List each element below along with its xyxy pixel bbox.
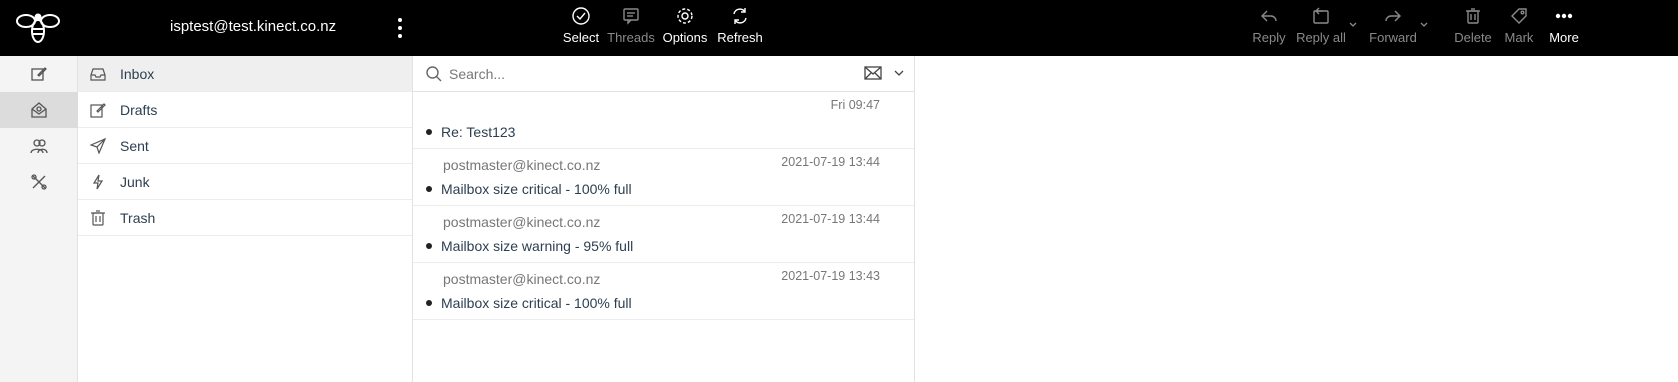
trash-icon xyxy=(91,209,105,226)
folder-list: Inbox Drafts Sent Junk Trash xyxy=(78,56,413,382)
drafts-icon xyxy=(90,102,106,118)
inbox-icon xyxy=(90,67,106,81)
options-button[interactable]: Options xyxy=(662,0,708,56)
message-date: 2021-07-19 13:43 xyxy=(781,269,880,283)
reply-all-dropdown-icon[interactable] xyxy=(1348,20,1358,30)
compose-icon xyxy=(31,67,47,81)
envelope-filter-icon[interactable] xyxy=(864,66,882,80)
folder-label: Junk xyxy=(120,173,150,190)
forward-dropdown-icon[interactable] xyxy=(1419,20,1429,30)
mail-icon xyxy=(31,102,47,118)
reply-label: Reply xyxy=(1252,30,1286,45)
folder-inbox[interactable]: Inbox xyxy=(78,56,412,92)
unread-dot-icon xyxy=(426,186,432,192)
top-header: isptest@test.kinect.co.nz Select Threads… xyxy=(0,0,1678,56)
message-sender: postmaster@kinect.co.nz xyxy=(443,157,601,173)
forward-button[interactable]: Forward xyxy=(1368,0,1418,56)
app-rail xyxy=(0,56,78,382)
rail-settings[interactable] xyxy=(0,164,78,200)
message-row[interactable]: Fri 09:47 Re: Test123 xyxy=(413,92,914,149)
folder-label: Drafts xyxy=(120,101,158,118)
search-bar xyxy=(413,56,914,92)
rail-contacts[interactable] xyxy=(0,128,78,164)
search-options-dropdown-icon[interactable] xyxy=(894,69,904,77)
forward-icon xyxy=(1385,10,1401,22)
reply-button[interactable]: Reply xyxy=(1251,0,1287,56)
refresh-icon xyxy=(733,8,747,24)
folder-label: Inbox xyxy=(120,65,155,82)
search-input[interactable] xyxy=(449,62,849,86)
reply-icon xyxy=(1261,10,1277,22)
message-row[interactable]: postmaster@kinect.co.nz 2021-07-19 13:44… xyxy=(413,206,914,263)
message-preview-pane xyxy=(915,56,1678,382)
delete-label: Delete xyxy=(1454,30,1492,45)
sent-icon xyxy=(90,137,106,154)
message-list: Fri 09:47 Re: Test123 postmaster@kinect.… xyxy=(413,56,915,382)
more-dots-icon xyxy=(1555,13,1573,19)
select-button[interactable]: Select xyxy=(561,0,601,56)
message-subject: Mailbox size critical - 100% full xyxy=(441,181,632,197)
message-sender: postmaster@kinect.co.nz xyxy=(443,214,601,230)
message-subject: Mailbox size warning - 95% full xyxy=(441,238,634,254)
threads-label: Threads xyxy=(607,30,655,45)
message-date: Fri 09:47 xyxy=(830,98,880,112)
unread-dot-icon xyxy=(426,300,432,306)
rail-compose[interactable] xyxy=(0,56,78,92)
check-circle-icon xyxy=(572,7,590,25)
folder-label: Trash xyxy=(120,209,156,226)
gear-icon xyxy=(677,8,693,24)
forward-label: Forward xyxy=(1369,30,1417,45)
select-label: Select xyxy=(562,30,600,45)
message-subject: Mailbox size critical - 100% full xyxy=(441,295,632,311)
more-button[interactable]: More xyxy=(1546,0,1582,56)
trash-icon xyxy=(1466,8,1480,24)
threads-icon xyxy=(623,8,639,25)
folder-drafts[interactable]: Drafts xyxy=(78,92,412,128)
tag-icon xyxy=(1511,8,1527,24)
message-date: 2021-07-19 13:44 xyxy=(781,212,880,226)
search-icon[interactable] xyxy=(425,65,443,83)
unread-dot-icon xyxy=(426,129,432,135)
refresh-button[interactable]: Refresh xyxy=(715,0,765,56)
junk-icon xyxy=(92,174,104,189)
message-date: 2021-07-19 13:44 xyxy=(781,155,880,169)
options-label: Options xyxy=(662,30,708,45)
message-subject: Re: Test123 xyxy=(441,124,516,140)
bee-logo-icon[interactable] xyxy=(16,11,60,45)
threads-button[interactable]: Threads xyxy=(605,0,657,56)
mark-button[interactable]: Mark xyxy=(1502,0,1536,56)
reply-all-button[interactable]: Reply all xyxy=(1296,0,1346,56)
tools-icon xyxy=(31,174,47,190)
reply-all-label: Reply all xyxy=(1296,30,1346,45)
folder-label: Sent xyxy=(120,137,149,154)
account-menu-icon[interactable] xyxy=(392,14,408,42)
rail-mail[interactable] xyxy=(0,92,78,128)
message-row[interactable]: postmaster@kinect.co.nz 2021-07-19 13:44… xyxy=(413,149,914,206)
account-email: isptest@test.kinect.co.nz xyxy=(170,18,337,35)
reply-all-icon xyxy=(1313,7,1329,24)
message-sender: postmaster@kinect.co.nz xyxy=(443,271,601,287)
delete-button[interactable]: Delete xyxy=(1454,0,1492,56)
unread-dot-icon xyxy=(426,243,432,249)
message-row[interactable]: postmaster@kinect.co.nz 2021-07-19 13:43… xyxy=(413,263,914,320)
mark-label: Mark xyxy=(1504,30,1534,45)
folder-junk[interactable]: Junk xyxy=(78,164,412,200)
contacts-icon xyxy=(30,139,48,154)
folder-trash[interactable]: Trash xyxy=(78,200,412,236)
folder-sent[interactable]: Sent xyxy=(78,128,412,164)
more-label: More xyxy=(1549,30,1579,45)
refresh-label: Refresh xyxy=(717,30,763,45)
